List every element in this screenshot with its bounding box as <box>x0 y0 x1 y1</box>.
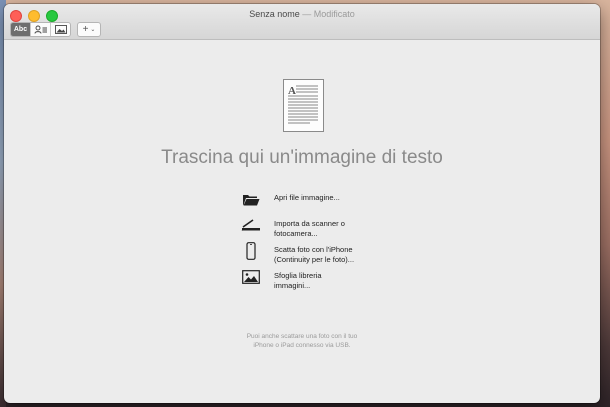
iphone-icon <box>240 242 262 260</box>
image-mode-button[interactable] <box>51 23 70 36</box>
plus-icon: + <box>82 24 89 35</box>
svg-text:A: A <box>288 85 296 97</box>
text-mode-button[interactable]: Abc <box>11 23 31 36</box>
text-document-icon: A <box>283 79 324 132</box>
folder-icon <box>240 190 262 208</box>
contact-mode-button[interactable] <box>31 23 51 36</box>
app-window: Senza nome — Modificato Abc + ⌄ A Trasci… <box>4 4 600 403</box>
option-label: Sfoglia libreria immagini... <box>274 271 322 290</box>
mode-segmented-control: Abc <box>10 22 71 37</box>
option-label: Importa da scanner o fotocamera... <box>274 219 345 238</box>
drop-area[interactable]: A Trascina qui un'immagine di testo Apri… <box>4 40 600 403</box>
import-from-scanner-option[interactable]: Importa da scanner o fotocamera... <box>240 216 400 242</box>
chevron-down-icon: ⌄ <box>90 27 96 33</box>
add-menu-button[interactable]: + ⌄ <box>77 22 101 37</box>
window-title: Senza nome — Modificato <box>4 9 600 19</box>
scanner-icon <box>240 216 262 234</box>
document-status: — Modificato <box>302 9 355 19</box>
image-icon <box>54 25 67 34</box>
import-options-list: Apri file immagine... Importa da scanner… <box>240 190 400 294</box>
drop-title: Trascina qui un'immagine di testo <box>161 147 443 168</box>
contact-card-icon <box>34 25 47 34</box>
usb-hint-text: Puoi anche scattare una foto con il tuo i… <box>246 333 358 349</box>
open-image-file-option[interactable]: Apri file immagine... <box>240 190 400 216</box>
browse-photo-library-option[interactable]: Sfoglia libreria immagini... <box>240 268 400 294</box>
take-photo-iphone-option[interactable]: Scatta foto con l'iPhone (Continuity per … <box>240 242 400 268</box>
toolbar: Abc + ⌄ <box>10 22 101 37</box>
option-label: Scatta foto con l'iPhone (Continuity per … <box>274 245 355 264</box>
document-name: Senza nome <box>249 9 300 19</box>
photo-library-icon <box>240 268 262 286</box>
option-label: Apri file immagine... <box>274 193 340 202</box>
titlebar: Senza nome — Modificato Abc + ⌄ <box>4 4 600 40</box>
text-mode-label: Abc <box>13 26 28 33</box>
